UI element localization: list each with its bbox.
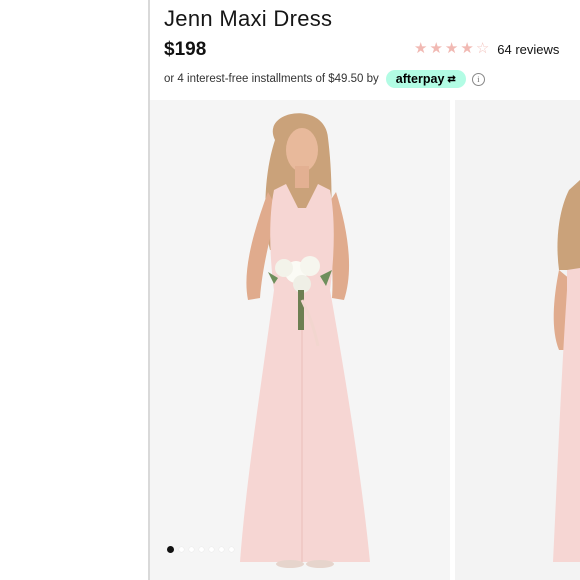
product-photo-side[interactable]	[455, 100, 580, 580]
rating[interactable]: ★ ★ ★ ★ ☆ 64 reviews	[414, 40, 559, 58]
afterpay-label: afterpay	[395, 72, 445, 86]
star-outline-icon: ☆	[475, 40, 490, 57]
star-icon: ★	[444, 40, 459, 57]
product-gallery[interactable]	[150, 100, 580, 580]
star-icon: ★	[460, 40, 474, 57]
gallery-dot[interactable]	[189, 547, 194, 552]
info-icon[interactable]: i	[471, 72, 485, 86]
gallery-dot[interactable]	[219, 547, 224, 552]
reviews-link[interactable]: 64 reviews	[497, 42, 559, 57]
star-icon: ★	[429, 40, 443, 57]
product-price: $198	[164, 39, 207, 60]
model-photo-illustration	[240, 113, 370, 568]
gallery-dot[interactable]	[199, 547, 204, 552]
installments-row: or 4 interest-free installments of $49.5…	[164, 70, 485, 88]
installments-text: or 4 interest-free installments of $49.5…	[164, 73, 379, 85]
model-photo-partial-illustration	[553, 180, 580, 562]
star-icon: ★	[414, 40, 428, 57]
product-title: Jenn Maxi Dress	[164, 6, 333, 31]
left-gutter	[0, 0, 148, 580]
gallery-pagination[interactable]	[167, 546, 234, 553]
gallery-dot[interactable]	[209, 547, 214, 552]
gallery-dot-active[interactable]	[167, 546, 174, 553]
afterpay-logo-icon: ⇄	[447, 73, 456, 85]
gallery-dot[interactable]	[229, 547, 234, 552]
product-photo-front[interactable]	[150, 100, 450, 580]
afterpay-badge[interactable]: afterpay ⇄	[385, 70, 466, 88]
gallery-dot[interactable]	[179, 547, 184, 552]
